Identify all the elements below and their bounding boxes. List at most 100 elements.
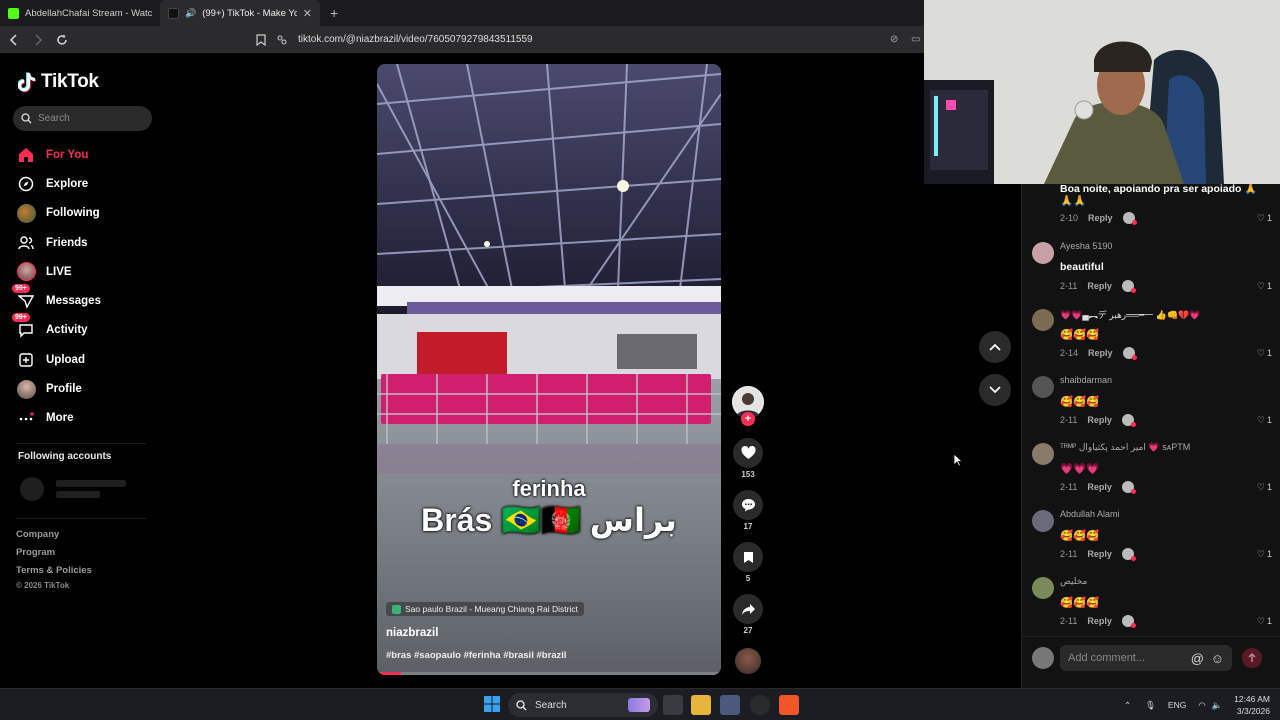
- search-input[interactable]: Search: [13, 106, 152, 131]
- sidebar-item-label: Profile: [46, 383, 82, 396]
- volume-icon[interactable]: 🔈: [1212, 700, 1223, 711]
- taskbar-search[interactable]: Search: [508, 693, 658, 717]
- tiktok-note-icon: [18, 72, 36, 92]
- comment-avatar[interactable]: [1032, 242, 1054, 264]
- comment-avatar[interactable]: [1032, 510, 1054, 532]
- reply-button[interactable]: Reply: [1087, 415, 1112, 425]
- comment-username[interactable]: ᵀᴿᴹᴾ امیر احمد پکتیاوال 💗 ꜱᴀPTM: [1060, 442, 1190, 453]
- heart-outline-icon: ♡: [1256, 347, 1265, 358]
- video-overlay-caption: ferinha: [512, 476, 586, 501]
- sidebar-item-friends[interactable]: Friends: [16, 228, 166, 257]
- browser-tab-tiktok[interactable]: 🔊 (99+) TikTok - Make Your Day ✕: [160, 0, 320, 26]
- location-tag[interactable]: Sao paulo Brazil - Mueang Chiang Rai Dis…: [386, 602, 584, 616]
- share-button[interactable]: [733, 594, 763, 624]
- microphone-icon[interactable]: 🎙: [1145, 700, 1156, 711]
- forward-button[interactable]: [28, 30, 48, 50]
- video-progress-bar[interactable]: [377, 672, 721, 675]
- comment-button[interactable]: [733, 490, 763, 520]
- reply-button[interactable]: Reply: [1088, 348, 1113, 358]
- comments-divider: [1022, 636, 1280, 637]
- speaker-icon[interactable]: 🔊: [185, 8, 196, 19]
- sidebar-item-live[interactable]: LIVE: [16, 257, 166, 286]
- reply-button[interactable]: Reply: [1087, 482, 1112, 492]
- new-tab-button[interactable]: +: [320, 0, 348, 26]
- comment-username[interactable]: مخلیص: [1060, 576, 1087, 587]
- follow-plus-button[interactable]: +: [741, 412, 755, 426]
- comment-avatar[interactable]: [1032, 376, 1054, 398]
- comment-text-line2: 🙏🙏: [1060, 195, 1087, 207]
- live-avatar: [16, 262, 36, 282]
- reply-button[interactable]: Reply: [1087, 549, 1112, 559]
- next-video-button[interactable]: [979, 374, 1011, 406]
- heart-outline-icon: ♡: [1256, 212, 1265, 223]
- sidebar-toggle-icon[interactable]: ▭: [911, 34, 920, 45]
- wifi-icon[interactable]: ◠: [1198, 700, 1205, 711]
- comment-meta: 2-11 Reply ♡ 1: [1060, 414, 1272, 427]
- camera-app-icon[interactable]: [720, 695, 740, 715]
- comment-like-button[interactable]: ♡ 1: [1257, 415, 1272, 426]
- reply-button[interactable]: Reply: [1087, 616, 1112, 626]
- comment-like-button[interactable]: ♡ 1: [1257, 482, 1272, 493]
- comment-avatar[interactable]: [1032, 309, 1054, 331]
- site-settings-icon[interactable]: [276, 34, 288, 46]
- comment-like-count: 1: [1266, 348, 1272, 358]
- browser-tabstrip: AbdellahChafai Stream - Watch Live ... 🔊…: [0, 0, 924, 26]
- footer-link-program[interactable]: Program: [16, 547, 92, 565]
- save-count: 5: [745, 574, 751, 583]
- obs-icon[interactable]: [750, 695, 770, 715]
- video-player[interactable]: ferinha Brás 🇧🇷🇦🇫 براس Sao paulo Brazil …: [377, 64, 721, 675]
- address-bar[interactable]: tiktok.com/@niazbrazil/video/76050792798…: [256, 29, 924, 50]
- reload-button[interactable]: [52, 30, 72, 50]
- comment-username[interactable]: Ayesha 5190: [1060, 241, 1112, 251]
- comment-avatar[interactable]: [1032, 577, 1054, 599]
- comment-username[interactable]: Abdullah Alami: [1060, 509, 1120, 519]
- previous-video-button[interactable]: [979, 331, 1011, 363]
- reply-button[interactable]: Reply: [1088, 213, 1113, 223]
- back-button[interactable]: [4, 30, 24, 50]
- tiktok-logo[interactable]: TikTok: [18, 71, 99, 93]
- comment-like-count: 1: [1266, 415, 1272, 425]
- file-explorer-icon[interactable]: [691, 695, 711, 715]
- sidebar-item-following[interactable]: Following: [16, 199, 166, 228]
- comment-like-button[interactable]: ♡ 1: [1257, 616, 1272, 627]
- sidebar-item-for-you[interactable]: For You: [16, 140, 166, 169]
- tray-chevron-up-icon[interactable]: ⌃: [1124, 700, 1131, 711]
- like-button[interactable]: [733, 438, 763, 468]
- emoji-icon[interactable]: ☺: [1211, 651, 1224, 666]
- comment-username[interactable]: 💗💗▄︻デ رهبر══━一 👍👊💔💗: [1060, 308, 1201, 321]
- brave-browser-icon[interactable]: [779, 695, 799, 715]
- taskbar-clock[interactable]: 12:46 AM 3/3/2026: [1226, 693, 1270, 717]
- tracking-shield-icon[interactable]: ⊘: [890, 34, 898, 45]
- start-button[interactable]: [483, 695, 503, 715]
- mouse-cursor-icon: [953, 453, 963, 467]
- sidebar-item-activity[interactable]: 99+ Activity: [12, 313, 166, 345]
- close-tab-icon[interactable]: ✕: [303, 7, 312, 20]
- search-icon: [516, 699, 527, 710]
- reply-button[interactable]: Reply: [1087, 281, 1112, 291]
- sidebar-item-messages[interactable]: 99+ Messages: [12, 284, 166, 315]
- post-comment-button[interactable]: [1242, 648, 1262, 668]
- sidebar-item-profile[interactable]: Profile: [16, 374, 166, 403]
- comment-like-button[interactable]: ♡ 1: [1257, 348, 1272, 359]
- sound-disc-avatar[interactable]: [735, 648, 761, 674]
- footer-link-company[interactable]: Company: [16, 529, 92, 547]
- browser-tab-stream[interactable]: AbdellahChafai Stream - Watch Live ...: [0, 0, 160, 26]
- save-button[interactable]: [733, 542, 763, 572]
- comment-like-button[interactable]: ♡ 1: [1257, 213, 1272, 224]
- comment-username[interactable]: shaibdarman: [1060, 375, 1112, 385]
- comment-like-button[interactable]: ♡ 1: [1257, 549, 1272, 560]
- comment-avatar[interactable]: [1032, 443, 1054, 465]
- task-view-icon[interactable]: [663, 695, 683, 715]
- messages-badge: 99+: [12, 284, 30, 294]
- language-indicator[interactable]: ENG: [1168, 700, 1186, 710]
- bookmark-icon[interactable]: [256, 33, 266, 46]
- sidebar-item-explore[interactable]: Explore: [16, 169, 166, 198]
- add-comment-input[interactable]: Add comment... @ ☺: [1060, 645, 1232, 671]
- heart-outline-icon: ♡: [1256, 280, 1265, 291]
- sidebar-item-upload[interactable]: Upload: [16, 345, 166, 374]
- sidebar-item-more[interactable]: More: [16, 404, 166, 433]
- video-author[interactable]: niazbrazil: [386, 627, 438, 639]
- comment-like-button[interactable]: ♡ 1: [1257, 281, 1272, 292]
- video-hashtags[interactable]: #bras #saopaulo #ferinha #brasil #brazil: [386, 650, 567, 661]
- mention-icon[interactable]: @: [1191, 651, 1204, 666]
